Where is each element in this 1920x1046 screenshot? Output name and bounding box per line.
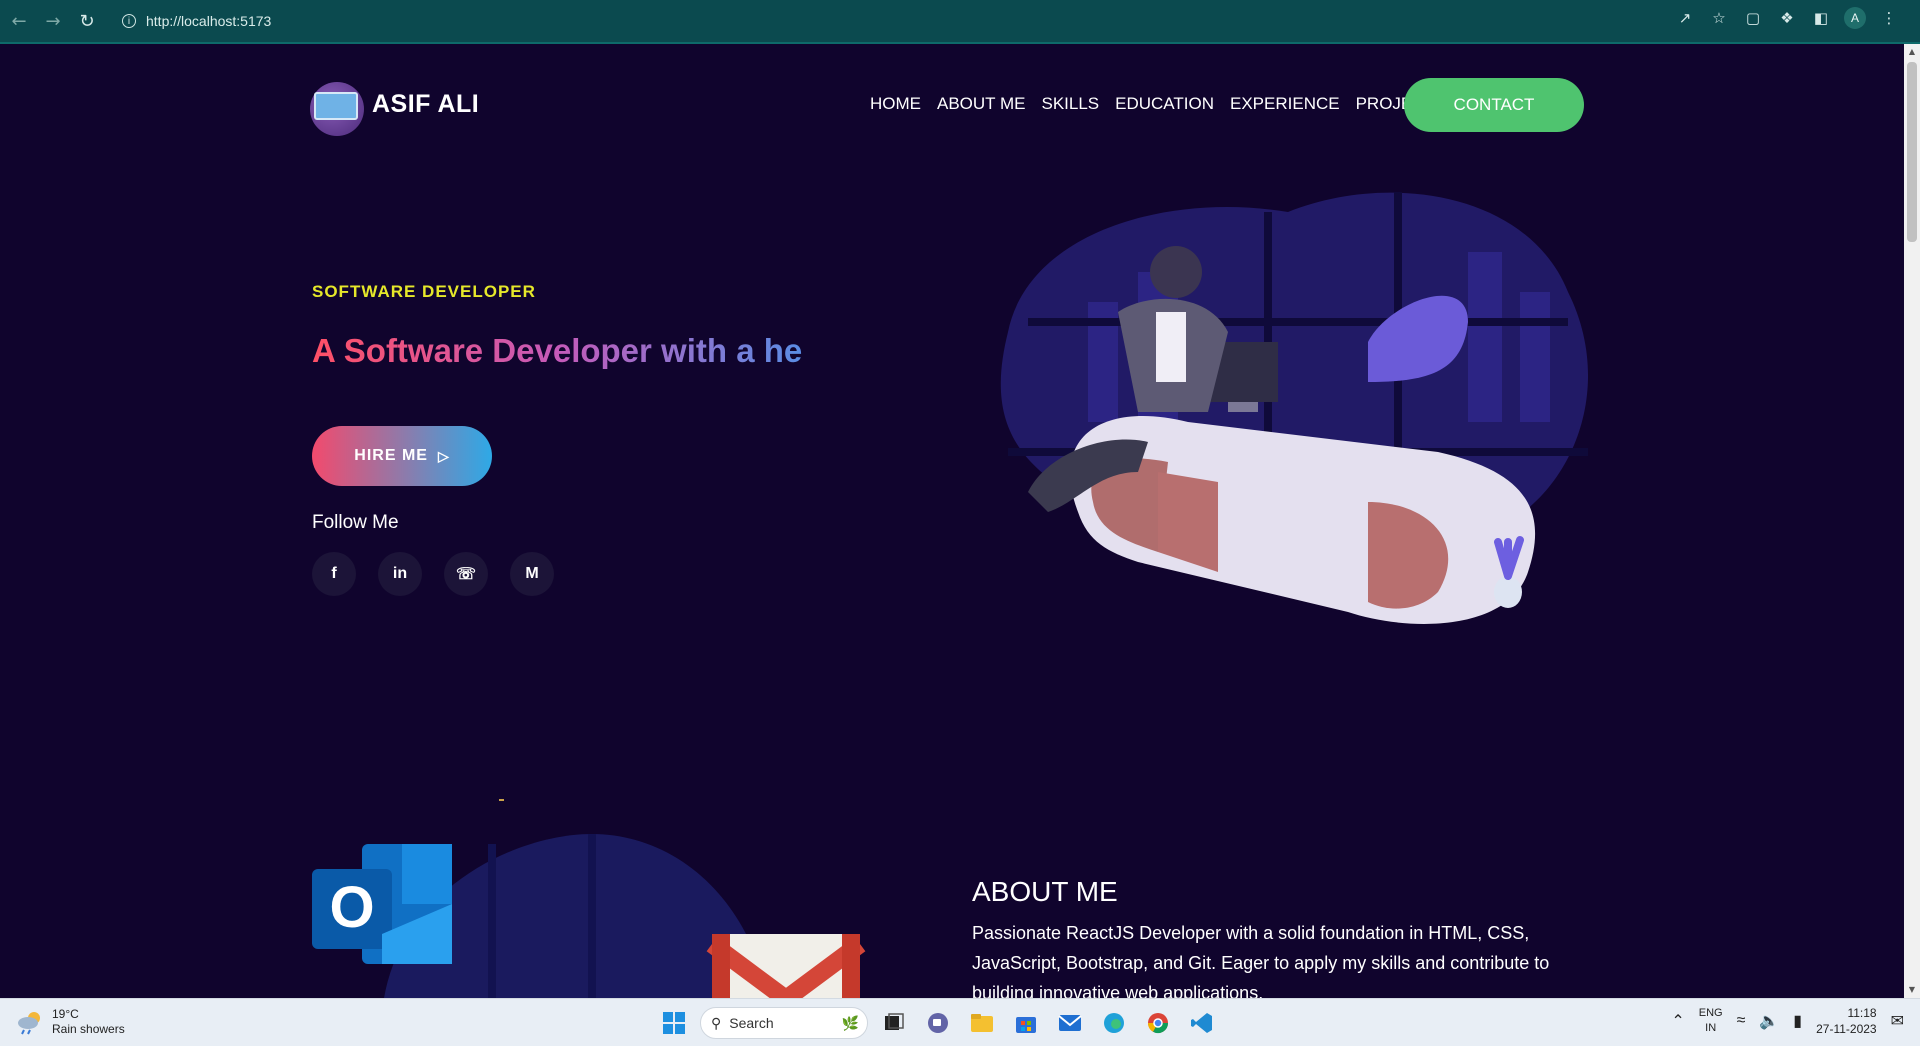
search-placeholder: Search <box>729 1015 774 1031</box>
weather-desc: Rain showers <box>52 1022 125 1036</box>
reload-icon[interactable]: ↻ <box>72 6 102 36</box>
hire-me-button[interactable]: HIRE ME ▷ <box>312 426 492 486</box>
info-icon[interactable]: i <box>122 14 136 28</box>
whatsapp-icon[interactable]: ☏ <box>444 552 488 596</box>
follow-label: Follow Me <box>312 512 399 533</box>
about-illustration: O <box>312 834 866 998</box>
lang-code: ENG <box>1698 1007 1723 1019</box>
highlight-icon: 🌿 <box>841 1014 859 1031</box>
hero-illustration <box>1000 192 1589 624</box>
clock[interactable]: 11:18 27-11-2023 <box>1816 1005 1877 1037</box>
lang-region: IN <box>1705 1022 1717 1034</box>
scroll-up-icon[interactable]: ▲ <box>1907 47 1917 57</box>
nav-education[interactable]: EDUCATION <box>1115 94 1214 114</box>
decor-dot <box>499 799 504 801</box>
hero-eyebrow: SOFTWARE DEVELOPER <box>312 282 536 301</box>
page-viewport: ASIF ALI HOME ABOUT ME SKILLS EDUCATION … <box>0 44 1904 998</box>
share-icon[interactable]: ↗ <box>1674 7 1696 29</box>
sidebar-icon[interactable]: ◧ <box>1810 7 1832 29</box>
battery-icon[interactable]: ▮ <box>1793 1011 1802 1031</box>
page-scrollbar[interactable]: ▲ ▼ <box>1904 44 1920 998</box>
weather-widget[interactable]: 19°C Rain showers <box>16 1007 125 1037</box>
mail-icon[interactable] <box>1052 1005 1088 1041</box>
main-nav: HOME ABOUT ME SKILLS EDUCATION EXPERIENC… <box>870 94 1446 114</box>
chevron-up-icon[interactable]: ⌃ <box>1671 1011 1684 1031</box>
nav-home[interactable]: HOME <box>870 94 921 114</box>
clock-date: 27-11-2023 <box>1816 1022 1877 1036</box>
edge-icon[interactable] <box>1096 1005 1132 1041</box>
social-links: f in ☏ M <box>312 552 554 596</box>
language-indicator[interactable]: ENG IN <box>1699 1006 1723 1036</box>
contact-button[interactable]: CONTACT <box>1404 78 1584 132</box>
nav-about[interactable]: ABOUT ME <box>937 94 1025 114</box>
browser-toolbar: ← → ↻ i http://localhost:5173 ↗ ☆ ▢ ❖ ◧ … <box>0 0 1920 44</box>
windows-start-icon[interactable] <box>656 1005 692 1041</box>
chat-icon[interactable] <box>920 1005 956 1041</box>
hire-me-label: HIRE ME <box>354 447 428 464</box>
logo-icon[interactable] <box>310 82 364 136</box>
rain-cloud-icon <box>18 1012 40 1035</box>
back-icon[interactable]: ← <box>4 6 34 36</box>
search-icon: ⚲ <box>711 1014 722 1031</box>
menu-kebab-icon[interactable]: ⋮ <box>1878 7 1900 29</box>
chrome-icon[interactable] <box>1140 1005 1176 1041</box>
volume-icon[interactable]: 🔈 <box>1759 1011 1779 1031</box>
nav-skills[interactable]: SKILLS <box>1041 94 1099 114</box>
about-title: ABOUT ME <box>972 876 1118 907</box>
scroll-thumb[interactable] <box>1907 62 1917 242</box>
clock-time: 11:18 <box>1847 1006 1877 1020</box>
linkedin-icon[interactable]: in <box>378 552 422 596</box>
notification-icon[interactable]: ✉ <box>1891 1011 1904 1031</box>
store-icon[interactable] <box>1008 1005 1044 1041</box>
forward-icon[interactable]: → <box>38 6 68 36</box>
nav-experience[interactable]: EXPERIENCE <box>1230 94 1340 114</box>
send-icon: ▷ <box>437 447 450 464</box>
address-bar[interactable]: i http://localhost:5173 <box>112 6 1752 36</box>
system-tray: ⌃ ENG IN ≈ 🔈 ▮ 11:18 27-11-2023 ✉ <box>1671 1005 1904 1037</box>
profile-avatar[interactable]: A <box>1844 7 1866 29</box>
wifi-icon[interactable]: ≈ <box>1737 1012 1746 1030</box>
os-taskbar: 19°C Rain showers ⚲ Search 🌿 ⌃ ENG IN ≈ … <box>0 998 1920 1046</box>
vscode-icon[interactable] <box>1184 1005 1220 1041</box>
logo-text[interactable]: ASIF ALI <box>372 90 479 119</box>
taskbar-apps: ⚲ Search 🌿 <box>656 1005 1220 1041</box>
url-text[interactable]: http://localhost:5173 <box>146 13 271 29</box>
puzzle-icon[interactable]: ❖ <box>1776 7 1798 29</box>
task-view-icon[interactable] <box>876 1005 912 1041</box>
scroll-down-icon[interactable]: ▼ <box>1907 985 1917 995</box>
star-icon[interactable]: ☆ <box>1708 7 1730 29</box>
extension-square-icon[interactable]: ▢ <box>1742 7 1764 29</box>
file-explorer-icon[interactable] <box>964 1005 1000 1041</box>
about-text: Passionate ReactJS Developer with a soli… <box>972 923 1550 998</box>
hero-headline: A Software Developer with a he <box>312 332 803 369</box>
facebook-icon[interactable]: f <box>312 552 356 596</box>
weather-temp: 19°C <box>52 1007 79 1021</box>
svg-text:O: O <box>329 875 374 940</box>
gmail-icon[interactable]: M <box>510 552 554 596</box>
taskbar-search[interactable]: ⚲ Search 🌿 <box>700 1007 868 1039</box>
